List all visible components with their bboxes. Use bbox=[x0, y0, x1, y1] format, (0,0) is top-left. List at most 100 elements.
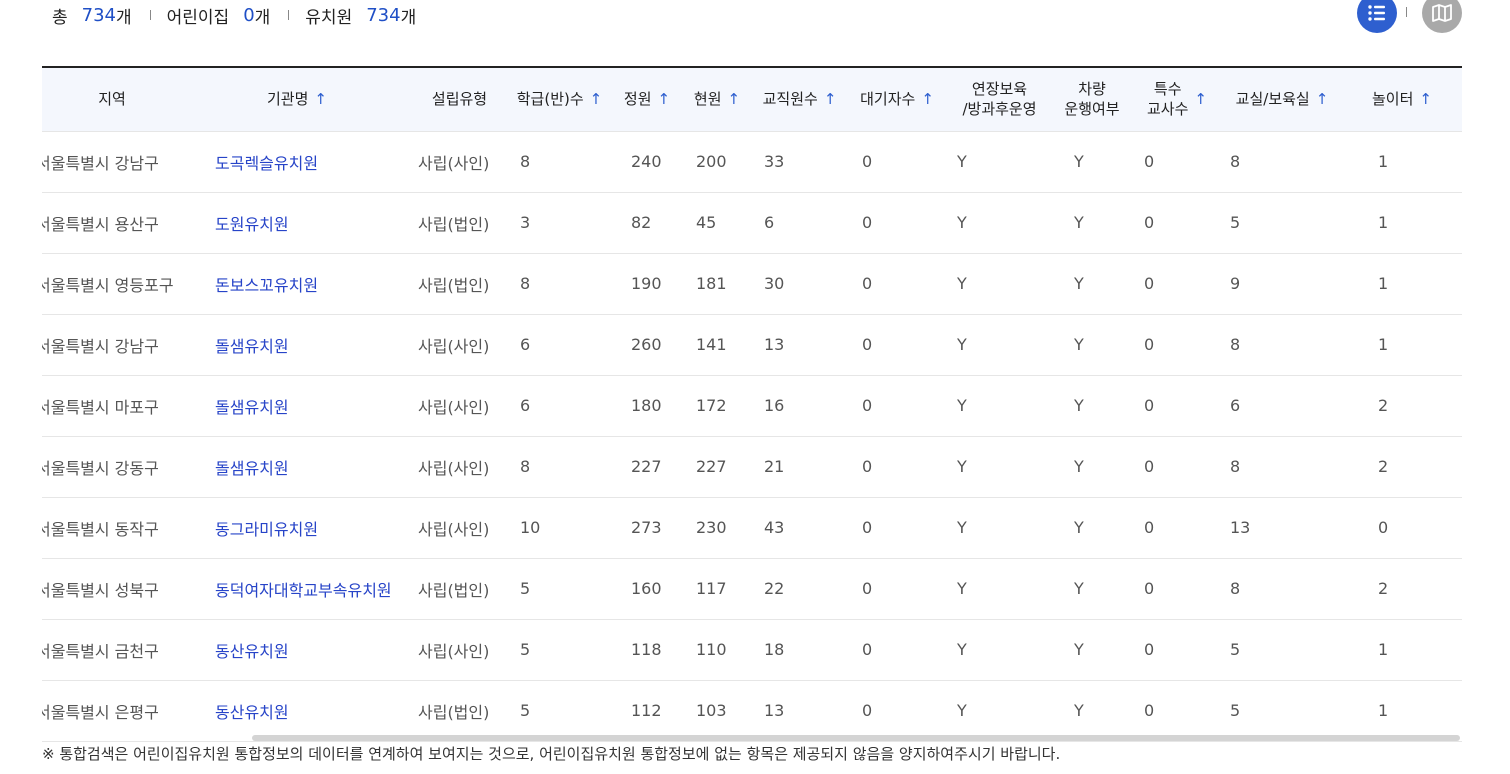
sort-arrow-icon[interactable]: ↑ bbox=[590, 89, 603, 109]
table-cell: 0 bbox=[1132, 436, 1222, 498]
sort-arrow-icon[interactable]: ↑ bbox=[921, 89, 934, 109]
table-row[interactable]: 서울특별시 은평구 동산유치원 사립(법인) 5 112 103 13 0 Y Y 0 5 1 bbox=[42, 680, 1462, 742]
table-cell: Y bbox=[1052, 314, 1132, 376]
daycare-unit: 개 bbox=[254, 7, 271, 28]
table-cell: 사립(사인) bbox=[412, 497, 507, 559]
column-header: 설립유형 bbox=[412, 67, 507, 132]
table-cell: 0 bbox=[847, 192, 947, 254]
institution-link[interactable]: 동덕여자대학교부속유치원 bbox=[182, 558, 412, 620]
column-header: 지역 bbox=[42, 67, 182, 132]
table-row[interactable]: 서울특별시 강남구 돌샘유치원 사립(사인) 6 260 141 13 0 Y Y 0 8 1 bbox=[42, 314, 1462, 376]
sort-arrow-icon[interactable]: ↑ bbox=[314, 89, 327, 109]
table-cell: Y bbox=[947, 192, 1052, 254]
map-view-button[interactable] bbox=[1422, 0, 1462, 33]
table-cell: 0 bbox=[1132, 558, 1222, 620]
horizontal-scrollbar[interactable] bbox=[252, 735, 1460, 741]
column-header[interactable]: 놀이터 ↑ bbox=[1342, 67, 1462, 132]
institution-link[interactable]: 동산유치원 bbox=[182, 680, 412, 742]
table-cell: 22 bbox=[752, 558, 847, 620]
table-cell: 180 bbox=[612, 375, 682, 437]
column-header[interactable]: 기관명 ↑ bbox=[182, 67, 412, 132]
table-cell: 1 bbox=[1342, 314, 1462, 376]
view-toggle-divider bbox=[1406, 7, 1407, 17]
sort-arrow-icon[interactable]: ↑ bbox=[1419, 89, 1432, 109]
sort-arrow-icon[interactable]: ↑ bbox=[728, 89, 741, 109]
table-cell: 1 bbox=[1342, 680, 1462, 742]
column-header[interactable]: 특수 교사수 ↑ bbox=[1132, 67, 1222, 132]
table-cell: Y bbox=[1052, 436, 1132, 498]
total-label: 총 bbox=[52, 7, 68, 28]
table-cell: 82 bbox=[612, 192, 682, 254]
table-cell: 260 bbox=[612, 314, 682, 376]
table-cell: 사립(법인) bbox=[412, 192, 507, 254]
table-cell: 227 bbox=[682, 436, 752, 498]
institution-link[interactable]: 동산유치원 bbox=[182, 619, 412, 681]
institution-link[interactable]: 도원유치원 bbox=[182, 192, 412, 254]
list-icon bbox=[1368, 5, 1385, 21]
sort-arrow-icon[interactable]: ↑ bbox=[658, 89, 671, 109]
table-row[interactable]: 서울특별시 성북구 동덕여자대학교부속유치원 사립(법인) 5 160 117 22 0 Y Y 0… bbox=[42, 558, 1462, 620]
table-cell: 0 bbox=[847, 375, 947, 437]
table-cell: 5 bbox=[507, 558, 612, 620]
cell-region: 서울특별시 금천구 bbox=[42, 619, 182, 681]
institution-link[interactable]: 도곡렉슬유치원 bbox=[182, 131, 412, 193]
table-row[interactable]: 서울특별시 마포구 돌샘유치원 사립(사인) 6 180 172 16 0 Y Y 0 6 2 bbox=[42, 375, 1462, 437]
total-count: 734 bbox=[81, 4, 116, 26]
table-cell: 0 bbox=[847, 497, 947, 559]
table-cell: 사립(사인) bbox=[412, 375, 507, 437]
column-header-label: 정원 bbox=[624, 89, 652, 109]
table-cell: 0 bbox=[1132, 680, 1222, 742]
table-cell: 0 bbox=[1132, 253, 1222, 315]
table-cell: 0 bbox=[1132, 192, 1222, 254]
table-cell: 0 bbox=[847, 131, 947, 193]
table-cell: 103 bbox=[682, 680, 752, 742]
institution-link[interactable]: 돌샘유치원 bbox=[182, 375, 412, 437]
column-header-line: 연장보육 bbox=[971, 80, 1028, 99]
table-cell: 0 bbox=[847, 253, 947, 315]
column-header-line: 학급(반)수 bbox=[516, 90, 584, 109]
table-cell: 16 bbox=[752, 375, 847, 437]
cell-region: 서울특별시 강남구 bbox=[42, 314, 182, 376]
table-row[interactable]: 서울특별시 금천구 동산유치원 사립(사인) 5 118 110 18 0 Y Y 0 5 1 bbox=[42, 619, 1462, 681]
results-table-container[interactable]: 지역 기관명 ↑ 설립유형 학급(반)수 ↑ 정원 ↑ 현원 ↑ 교직원수 ↑ 대기자수 ↑ 연장보육/방과… bbox=[42, 66, 1462, 742]
table-cell: 3 bbox=[507, 192, 612, 254]
column-header[interactable]: 교실/보육실 ↑ bbox=[1222, 67, 1342, 132]
table-cell: 5 bbox=[1222, 680, 1342, 742]
table-cell: 8 bbox=[1222, 314, 1342, 376]
column-header-line: 교사수 bbox=[1147, 100, 1189, 119]
institution-link[interactable]: 돈보스꼬유치원 bbox=[182, 253, 412, 315]
table-cell: Y bbox=[947, 253, 1052, 315]
column-header[interactable]: 대기자수 ↑ bbox=[847, 67, 947, 132]
column-header-line: 운행여부 bbox=[1064, 100, 1120, 119]
table-row[interactable]: 서울특별시 강남구 도곡렉슬유치원 사립(사인) 8 240 200 33 0 Y Y 0 8 1 bbox=[42, 131, 1462, 193]
table-cell: Y bbox=[947, 314, 1052, 376]
table-cell: 8 bbox=[507, 253, 612, 315]
sort-arrow-icon[interactable]: ↑ bbox=[1194, 89, 1207, 109]
table-cell: 사립(법인) bbox=[412, 680, 507, 742]
cell-region: 서울특별시 영등포구 bbox=[42, 253, 182, 315]
table-cell: Y bbox=[947, 375, 1052, 437]
list-view-button[interactable] bbox=[1357, 0, 1397, 33]
table-cell: 8 bbox=[507, 436, 612, 498]
institution-link[interactable]: 돌샘유치원 bbox=[182, 314, 412, 376]
table-cell: 사립(사인) bbox=[412, 314, 507, 376]
column-header[interactable]: 교직원수 ↑ bbox=[752, 67, 847, 132]
table-row[interactable]: 서울특별시 강동구 돌샘유치원 사립(사인) 8 227 227 21 0 Y Y 0 8 2 bbox=[42, 436, 1462, 498]
institution-link[interactable]: 동그라미유치원 bbox=[182, 497, 412, 559]
column-header-line: 차량 bbox=[1078, 80, 1106, 99]
table-cell: 160 bbox=[612, 558, 682, 620]
column-header[interactable]: 현원 ↑ bbox=[682, 67, 752, 132]
table-cell: Y bbox=[1052, 192, 1132, 254]
table-row[interactable]: 서울특별시 동작구 동그라미유치원 사립(사인) 10 273 230 43 0 Y Y 0 13 0 bbox=[42, 497, 1462, 559]
sort-arrow-icon[interactable]: ↑ bbox=[1316, 89, 1329, 109]
table-cell: 0 bbox=[847, 558, 947, 620]
column-header-label: 대기자수 bbox=[860, 89, 915, 109]
institution-link[interactable]: 돌샘유치원 bbox=[182, 436, 412, 498]
cell-region: 서울특별시 강남구 bbox=[42, 131, 182, 193]
column-header[interactable]: 정원 ↑ bbox=[612, 67, 682, 132]
table-row[interactable]: 서울특별시 영등포구 돈보스꼬유치원 사립(법인) 8 190 181 30 0 Y Y 0 9 1 bbox=[42, 253, 1462, 315]
sort-arrow-icon[interactable]: ↑ bbox=[824, 89, 837, 109]
kinder-count: 734 bbox=[366, 4, 401, 26]
column-header[interactable]: 학급(반)수 ↑ bbox=[507, 67, 612, 132]
table-row[interactable]: 서울특별시 용산구 도원유치원 사립(법인) 3 82 45 6 0 Y Y 0 5 1 bbox=[42, 192, 1462, 254]
